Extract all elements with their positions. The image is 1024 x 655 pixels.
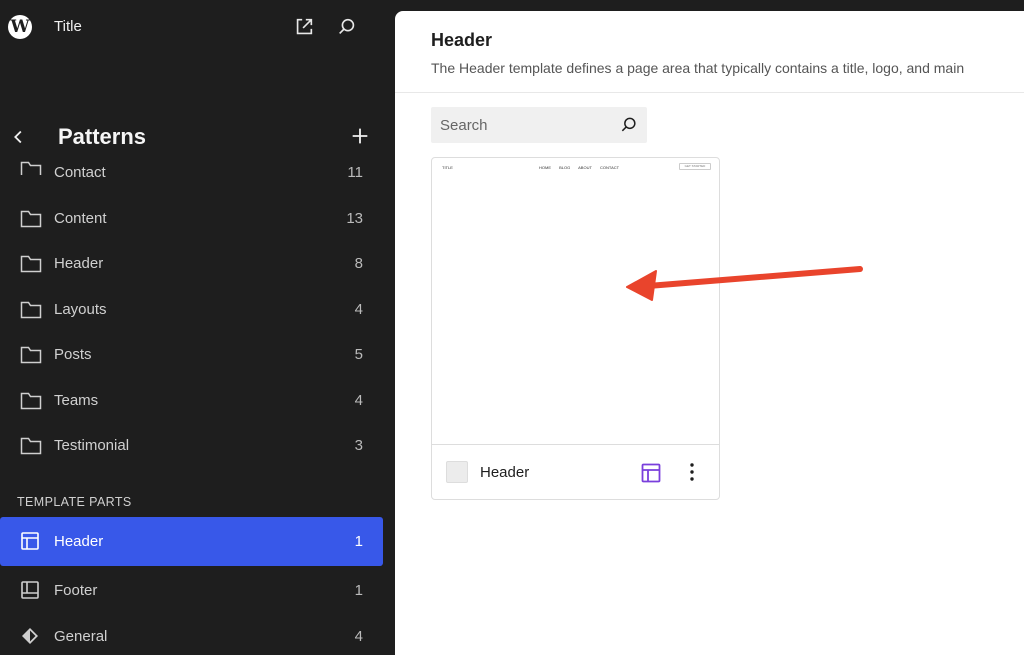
more-vertical-icon[interactable] bbox=[682, 460, 702, 484]
category-count: 11 bbox=[347, 164, 363, 181]
category-count: 3 bbox=[354, 437, 363, 454]
category-item[interactable]: Teams 4 bbox=[0, 383, 395, 429]
main-header: Header The Header template defines a pag… bbox=[395, 11, 1024, 93]
sidebar: W Title Patterns Contact 11 Content 13 H… bbox=[0, 0, 395, 655]
category-count: 4 bbox=[354, 391, 363, 409]
template-part-item-general[interactable]: General 4 bbox=[0, 612, 383, 655]
category-item[interactable]: Layouts 4 bbox=[0, 292, 395, 338]
category-label: Teams bbox=[54, 391, 99, 409]
template-part-count: 1 bbox=[354, 533, 363, 550]
template-part-label: Footer bbox=[54, 582, 98, 599]
template-parts-section-title: TEMPLATE PARTS bbox=[17, 495, 132, 509]
footer-layout-icon bbox=[20, 580, 40, 600]
external-link-icon[interactable] bbox=[293, 16, 315, 38]
wordpress-logo-icon[interactable]: W bbox=[8, 15, 32, 39]
category-count: 13 bbox=[346, 209, 363, 227]
category-item[interactable]: Contact 11 bbox=[0, 155, 395, 201]
preview-nav-item: HOME bbox=[539, 165, 551, 170]
category-item[interactable]: Testimonial 3 bbox=[0, 428, 395, 474]
template-part-count: 4 bbox=[354, 627, 363, 645]
preview-nav-item: CONTACT bbox=[600, 165, 620, 170]
preview-button: GET STARTED bbox=[679, 163, 711, 170]
topbar: W Title bbox=[0, 0, 395, 56]
search-box bbox=[431, 107, 647, 143]
folder-icon bbox=[20, 391, 42, 411]
preview-nav-item: ABOUT bbox=[578, 165, 592, 170]
category-item[interactable]: Content 13 bbox=[0, 201, 395, 247]
template-part-list: Header 1 Footer 1 General 4 bbox=[0, 517, 395, 655]
pattern-card-footer: Header bbox=[432, 446, 719, 500]
site-title[interactable]: Title bbox=[54, 18, 82, 35]
category-count: 5 bbox=[354, 346, 363, 363]
pattern-thumbnail bbox=[446, 461, 468, 483]
patterns-title: Patterns bbox=[58, 124, 147, 149]
category-label: Posts bbox=[54, 346, 92, 363]
search-icon[interactable] bbox=[336, 16, 358, 38]
pattern-card-label[interactable]: Header bbox=[480, 464, 529, 481]
header-layout-icon bbox=[20, 531, 40, 551]
template-part-label: Header bbox=[54, 533, 104, 550]
category-list: Contact 11 Content 13 Header 8 Layouts 4… bbox=[0, 155, 395, 474]
preview-nav-item: BLOG bbox=[559, 165, 571, 170]
pattern-preview[interactable]: TITLE HOME BLOG ABOUT CONTACT GET STARTE… bbox=[432, 158, 719, 445]
folder-icon bbox=[20, 159, 42, 175]
folder-icon bbox=[20, 209, 42, 229]
category-label: Content bbox=[54, 209, 107, 227]
search-icon[interactable] bbox=[619, 115, 639, 135]
template-part-item-header[interactable]: Header 1 bbox=[0, 517, 383, 566]
template-part-item-footer[interactable]: Footer 1 bbox=[0, 566, 383, 612]
preview-nav: HOME BLOG ABOUT CONTACT bbox=[539, 165, 626, 170]
folder-icon bbox=[20, 254, 42, 274]
header-layout-icon bbox=[640, 462, 662, 484]
page-description: The Header template defines a page area … bbox=[431, 60, 965, 76]
chevron-left-icon[interactable] bbox=[8, 126, 30, 148]
category-label: Testimonial bbox=[54, 437, 130, 454]
category-item[interactable]: Posts 5 bbox=[0, 337, 395, 383]
patterns-header: Patterns bbox=[0, 118, 395, 158]
main-panel: Header The Header template defines a pag… bbox=[395, 11, 1024, 655]
category-count: 4 bbox=[354, 300, 363, 318]
folder-icon bbox=[20, 300, 42, 320]
template-part-label: General bbox=[54, 627, 108, 645]
category-label: Layouts bbox=[54, 300, 107, 318]
category-label: Contact bbox=[54, 164, 106, 181]
folder-icon bbox=[20, 345, 42, 365]
category-item[interactable]: Header 8 bbox=[0, 246, 395, 292]
plus-icon[interactable] bbox=[349, 125, 371, 147]
category-count: 8 bbox=[354, 255, 363, 272]
diamond-icon bbox=[20, 626, 40, 646]
pattern-card[interactable]: TITLE HOME BLOG ABOUT CONTACT GET STARTE… bbox=[431, 157, 720, 500]
folder-icon bbox=[20, 436, 42, 456]
template-part-count: 1 bbox=[354, 582, 363, 599]
page-title: Header bbox=[431, 30, 493, 50]
preview-site-title: TITLE bbox=[442, 165, 453, 170]
search-input[interactable] bbox=[431, 107, 611, 143]
category-label: Header bbox=[54, 255, 104, 272]
